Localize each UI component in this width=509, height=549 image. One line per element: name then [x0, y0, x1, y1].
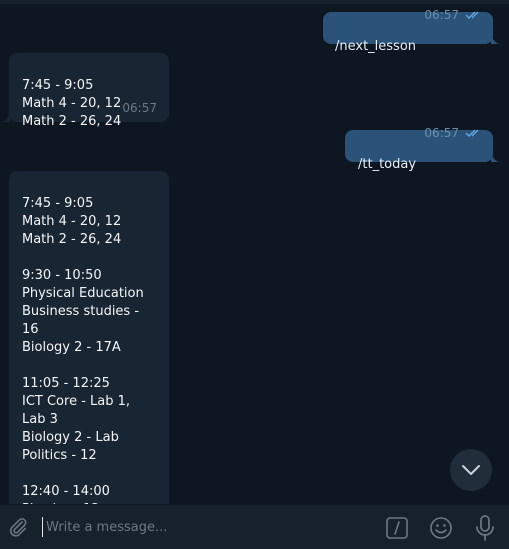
bubble-tail-icon: [491, 34, 499, 44]
message-input[interactable]: [42, 517, 362, 537]
slash-command-icon[interactable]: [386, 517, 408, 539]
scroll-to-bottom-button[interactable]: [450, 449, 492, 491]
bubble-tail-icon: [2, 112, 10, 122]
incoming-message[interactable]: 7:45 - 9:05 Math 4 - 20, 12 Math 2 - 26,…: [9, 171, 169, 504]
chat-history[interactable]: /next_lesson 06:57 7:45 - 9:05 Math 4 - …: [0, 4, 509, 504]
read-checkmarks-icon: [465, 4, 483, 38]
read-checkmarks-icon: [465, 110, 483, 156]
message-meta: 06:57: [424, 110, 483, 156]
message-time: 06:57: [122, 101, 157, 115]
incoming-message[interactable]: 7:45 - 9:05 Math 4 - 20, 12 Math 2 - 26,…: [9, 53, 169, 129]
message-text[interactable]: /tt_today: [358, 156, 480, 174]
message-time: 06:57: [424, 8, 459, 22]
message-text[interactable]: 7:45 - 9:05 Math 4 - 20, 12 Math 2 - 26,…: [22, 195, 156, 504]
message-meta: 06:57: [122, 99, 157, 117]
bubble-tail-icon: [491, 152, 499, 162]
paperclip-icon[interactable]: [7, 516, 29, 538]
message-composer: [0, 504, 509, 549]
message-meta: 06:57: [424, 4, 483, 38]
outgoing-message[interactable]: /next_lesson 06:57: [323, 8, 493, 54]
message-text[interactable]: /next_lesson: [335, 38, 481, 56]
message-time: 06:57: [424, 126, 459, 140]
emoji-icon[interactable]: [429, 516, 453, 540]
microphone-icon[interactable]: [475, 515, 495, 541]
outgoing-message[interactable]: /tt_today 06:57: [345, 126, 493, 172]
chevron-down-icon: [462, 465, 480, 475]
